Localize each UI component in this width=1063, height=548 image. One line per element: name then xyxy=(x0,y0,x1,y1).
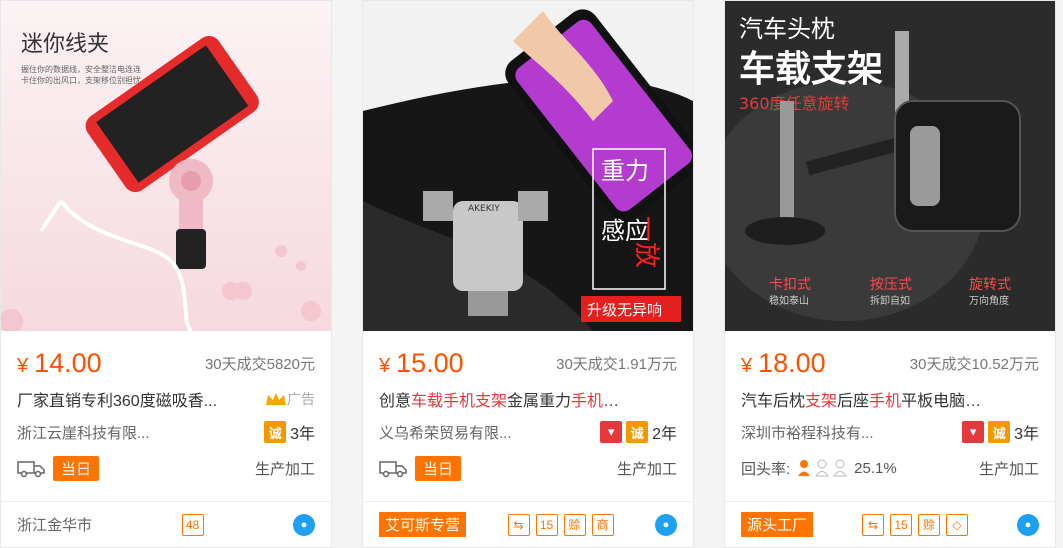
location: 浙江金华市 xyxy=(17,517,93,534)
medal-icon: ▾ xyxy=(600,421,623,443)
merchant-icon: 商 xyxy=(591,513,614,536)
svg-text:拆卸自如: 拆卸自如 xyxy=(870,294,910,307)
production-type: 生产加工 xyxy=(616,460,677,478)
company-name[interactable]: 浙江云崖科技有限... xyxy=(17,422,150,443)
credit-icon: 赊 xyxy=(563,513,586,536)
product-title[interactable]: 汽车后枕支架后座手机平板电脑支... xyxy=(741,387,985,411)
repeat-persons-icon xyxy=(798,459,848,477)
svg-text:360度任意旋转: 360度任意旋转 xyxy=(739,94,850,113)
service-15-icon: 15 xyxy=(535,513,558,536)
svg-text:卡扣式: 卡扣式 xyxy=(769,277,811,293)
svg-text:卡住你的出风口，支架移位别担忧: 卡住你的出风口，支架移位别担忧 xyxy=(21,75,141,85)
crown-icon xyxy=(266,393,286,405)
truck-icon xyxy=(379,461,407,478)
product-image[interactable]: 汽车头枕 车载支架 360度任意旋转 卡扣式 稳如泰山 按压式 拆卸自如 旋转式… xyxy=(725,1,1055,331)
chat-icon[interactable]: ● xyxy=(1016,513,1039,536)
product-card[interactable]: 迷你线夹 握住你的数据线，安全整洁电连连 卡住你的出风口，支架移位别担忧 ¥ 1… xyxy=(0,0,332,548)
product-card[interactable]: 汽车头枕 车载支架 360度任意旋转 卡扣式 稳如泰山 按压式 拆卸自如 旋转式… xyxy=(724,0,1056,548)
svg-text:旋转式: 旋转式 xyxy=(969,277,1011,293)
company-name[interactable]: 深圳市裕程科技有... xyxy=(741,422,874,443)
repeat-rate: 回头率: 25.1% xyxy=(741,459,897,478)
svg-text:汽车头枕: 汽车头枕 xyxy=(739,15,835,43)
service-48-icon: 48 xyxy=(181,513,204,536)
svg-text:握住你的数据线，安全整洁电连连: 握住你的数据线，安全整洁电连连 xyxy=(21,64,141,74)
sales-volume: 30天成交5820元 xyxy=(204,355,315,373)
ad-label: 广告 xyxy=(265,389,315,409)
product-image[interactable]: 迷你线夹 握住你的数据线，安全整洁电连连 卡住你的出风口，支架移位别担忧 xyxy=(1,1,331,331)
return-icon: ⇆ xyxy=(507,513,530,536)
svg-text:AKEKIY: AKEKIY xyxy=(468,204,500,214)
chat-icon[interactable]: ● xyxy=(292,513,315,536)
credit-icon: 赊 xyxy=(918,513,940,536)
product-card[interactable]: AKEKIY 重力 感应 一放 升级无异响 ¥15.00 30天成交1.91万元… xyxy=(362,0,694,548)
svg-text:重力: 重力 xyxy=(601,157,649,185)
trust-years: ▾ 诚 3年 xyxy=(962,420,1039,444)
shield-icon: ◇ xyxy=(946,513,968,536)
sales-volume: 30天成交1.91万元 xyxy=(556,355,677,373)
price: ¥15.00 xyxy=(379,347,464,378)
medal-icon: ▾ xyxy=(962,421,985,443)
service-15-icon: 15 xyxy=(890,513,912,536)
production-type: 生产加工 xyxy=(254,460,315,478)
trust-years: 诚 3年 xyxy=(264,420,315,444)
product-title[interactable]: 厂家直销专利360度磁吸香... xyxy=(17,387,217,411)
cheng-icon: 诚 xyxy=(626,421,649,443)
svg-text:一放: 一放 xyxy=(631,216,661,268)
same-day-badge: 当日 xyxy=(53,455,100,481)
shop-tag[interactable]: 源头工厂 xyxy=(741,512,814,537)
svg-text:按压式: 按压式 xyxy=(870,277,912,293)
production-type: 生产加工 xyxy=(978,460,1039,478)
truck-icon xyxy=(17,461,45,478)
same-day-badge: 当日 xyxy=(415,455,462,481)
svg-text:车载支架: 车载支架 xyxy=(739,49,883,90)
cheng-icon: 诚 xyxy=(264,421,287,443)
product-title[interactable]: 创意车载手机支架金属重力手机架... xyxy=(379,387,623,411)
price: ¥14.00 xyxy=(17,347,102,378)
product-grid: 迷你线夹 握住你的数据线，安全整洁电连连 卡住你的出风口，支架移位别担忧 ¥ 1… xyxy=(0,0,1063,548)
trust-years: ▾ 诚 2年 xyxy=(600,420,677,444)
price: ¥18.00 xyxy=(741,347,826,378)
chat-icon[interactable]: ● xyxy=(654,513,677,536)
svg-text:升级无异响: 升级无异响 xyxy=(587,301,662,319)
image-headline: 迷你线夹 xyxy=(21,32,109,57)
svg-text:稳如泰山: 稳如泰山 xyxy=(769,294,809,307)
sales-volume: 30天成交10.52万元 xyxy=(909,355,1039,373)
svg-text:万向角度: 万向角度 xyxy=(969,294,1009,307)
company-name[interactable]: 义乌希荣贸易有限... xyxy=(379,422,512,443)
return-icon: ⇆ xyxy=(862,513,884,536)
product-image[interactable]: AKEKIY 重力 感应 一放 升级无异响 xyxy=(363,1,693,331)
cheng-icon: 诚 xyxy=(988,421,1011,443)
shop-tag[interactable]: 艾可斯专营 xyxy=(379,512,467,537)
